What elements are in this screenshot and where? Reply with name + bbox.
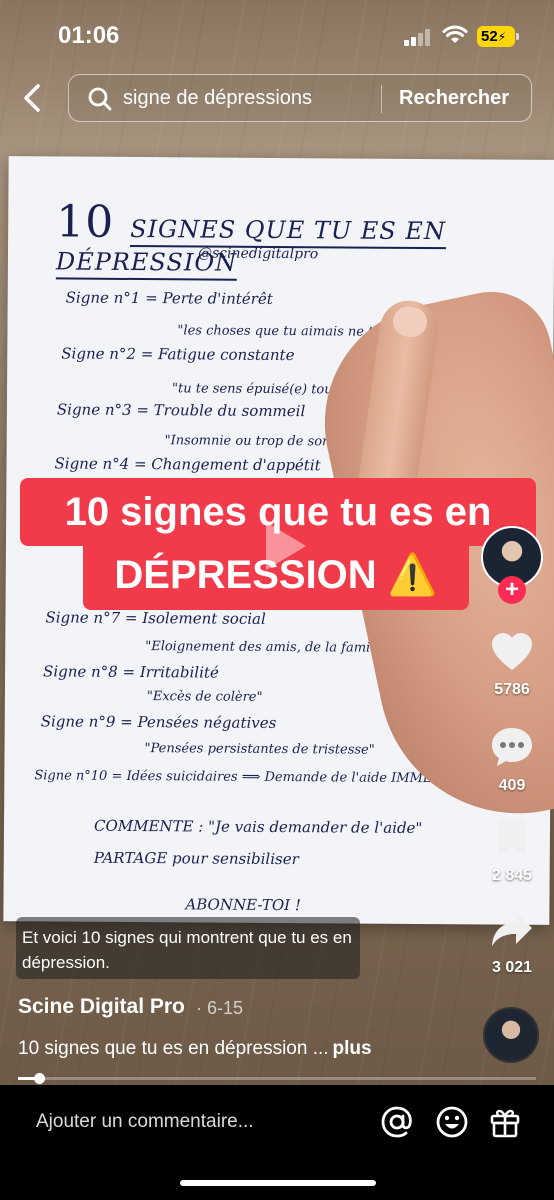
search-icon xyxy=(88,87,112,111)
back-icon[interactable] xyxy=(18,80,48,116)
like-button[interactable]: 5786 xyxy=(484,632,540,699)
search-divider xyxy=(381,85,382,113)
search-button[interactable]: Rechercher xyxy=(399,87,509,110)
signal-icon xyxy=(404,28,432,46)
video-description: 10 signes que tu es en dépression ... plu… xyxy=(18,1038,372,1060)
share-icon xyxy=(492,912,532,946)
paper-subscribe-line: ABONNE-TOI ! xyxy=(185,895,301,915)
paper-line-4: Signe n°4 = Changement d'appétit xyxy=(54,454,321,475)
comment-input[interactable]: Ajouter un commentaire... xyxy=(36,1111,254,1133)
like-count: 5786 xyxy=(494,681,530,698)
wifi-icon xyxy=(442,25,468,43)
post-date: · 6-15 xyxy=(196,998,244,1018)
paper-sub-8: "Excès de colère" xyxy=(146,689,263,705)
gift-icon[interactable] xyxy=(488,1105,522,1139)
paper-sub-7: "Eloignement des amis, de la famille" xyxy=(145,639,393,656)
paper-sub-9: "Pensées persistantes de tristesse" xyxy=(144,741,375,758)
music-disc[interactable] xyxy=(483,1007,539,1063)
paper-share-line: PARTAGE pour sensibiliser xyxy=(93,848,299,869)
share-count: 3 021 xyxy=(491,959,533,976)
bookmark-icon xyxy=(499,819,525,856)
paper-handle: @scinedigitalpro xyxy=(197,245,319,263)
status-time: 01:06 xyxy=(58,22,120,49)
more-link[interactable]: plus xyxy=(333,1038,372,1059)
creator-name[interactable]: Scine Digital Pro xyxy=(18,995,185,1019)
search-query[interactable]: signe de dépressions xyxy=(123,87,312,110)
share-button[interactable]: 3 021 xyxy=(484,910,540,977)
paper-line-7: Signe n°7 = Isolement social xyxy=(45,608,266,628)
subtitle-box: Et voici 10 signes qui montrent que tu e… xyxy=(16,917,360,979)
paper-line-1: Signe n°1 = Perte d'intérêt xyxy=(65,288,273,308)
bookmark-button[interactable]: 2 845 xyxy=(484,818,540,885)
heart-icon xyxy=(492,633,532,670)
paper-line-9: Signe n°9 = Pensées négatives xyxy=(40,712,277,732)
status-bar: 01:06 52⚡ xyxy=(0,0,554,70)
paper-title-number: 10 xyxy=(56,196,115,248)
paper-line-2: Signe n°2 = Fatigue constante xyxy=(61,344,295,365)
at-icon[interactable] xyxy=(380,1105,414,1139)
paper-comment-line: COMMENTE : "Je vais demander de l'aide" xyxy=(93,816,423,838)
play-icon[interactable] xyxy=(256,516,312,576)
emoji-icon[interactable] xyxy=(435,1105,469,1139)
paper-line-8: Signe n°8 = Irritabilité xyxy=(43,662,219,682)
search-input[interactable]: signe de dépressions Rechercher xyxy=(68,74,532,122)
comment-icon xyxy=(492,728,532,766)
paper-title: 10 SIGNES QUE TU ES EN DÉPRESSION xyxy=(55,196,554,281)
progress-handle[interactable] xyxy=(33,1073,45,1084)
battery-icon: 52⚡ xyxy=(477,26,519,47)
battery-level: 52 xyxy=(481,28,498,45)
home-indicator xyxy=(180,1180,376,1186)
comment-button[interactable]: 409 xyxy=(484,726,540,795)
description-text: 10 signes que tu es en dépression ... xyxy=(18,1038,329,1059)
video-progress-bar[interactable] xyxy=(18,1073,536,1084)
follow-button[interactable]: + xyxy=(498,576,526,604)
comment-count: 409 xyxy=(498,777,526,794)
paper-line-3: Signe n°3 = Trouble du sommeil xyxy=(56,400,306,421)
bookmark-count: 2 845 xyxy=(491,867,533,884)
